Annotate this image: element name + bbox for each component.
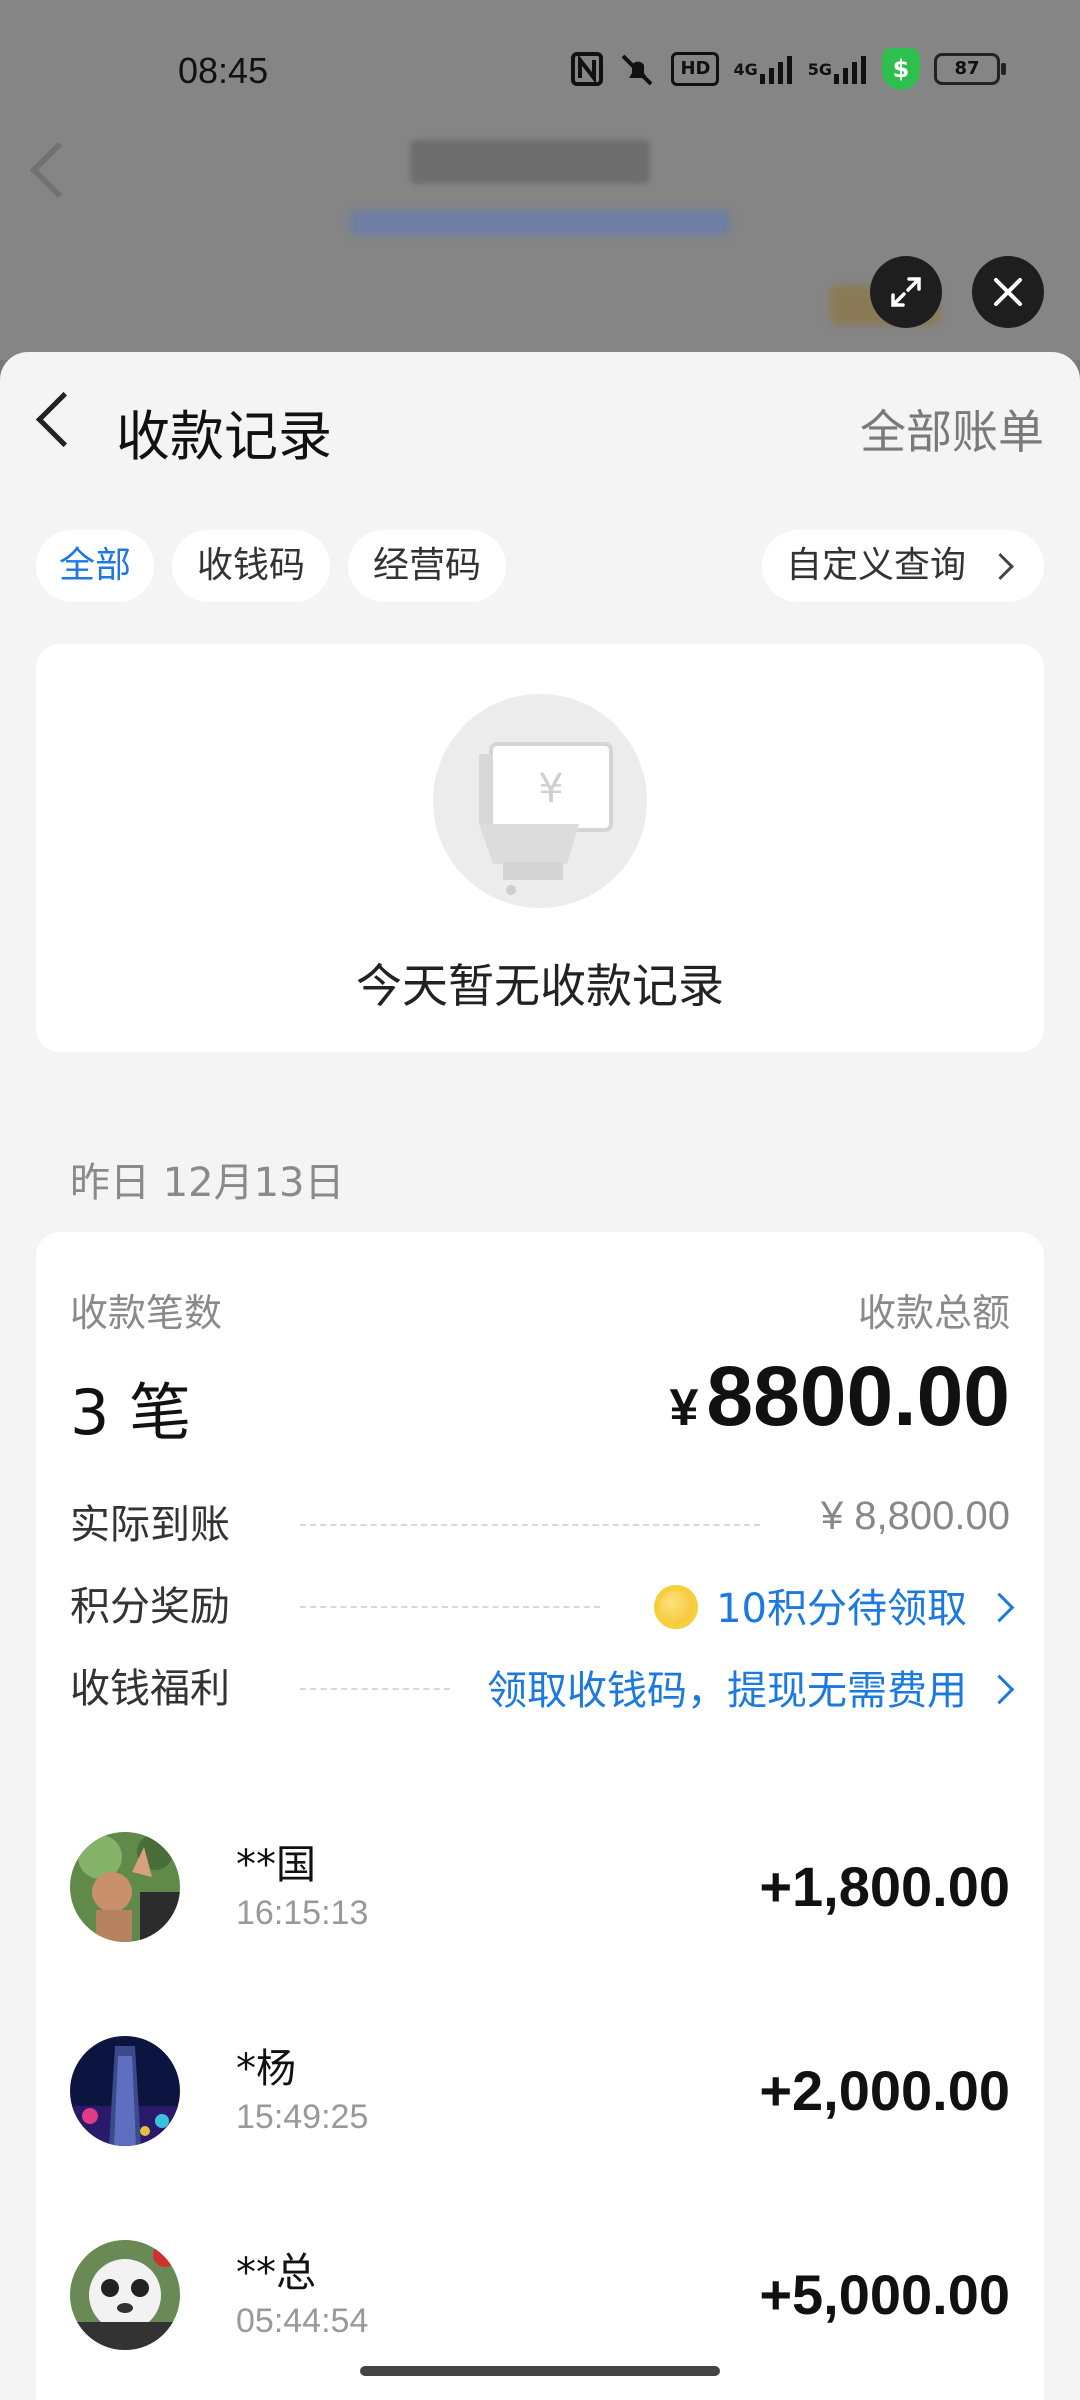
sheet-header: 收款记录 全部账单 [0, 352, 1080, 492]
points-reward-value: 10积分待领取 [716, 1586, 967, 1632]
today-empty-card: ¥ 今天暂无收款记录 [36, 644, 1044, 1052]
currency-symbol: ¥ [669, 1379, 699, 1437]
transaction-time: 05:44:54 [236, 2302, 369, 2340]
daily-summary-card: 收款笔数 收款总额 3 笔 ¥8800.00 实际到账 ¥ 8,800.00 积… [36, 1232, 1044, 2400]
total-label: 收款总额 [857, 1291, 1010, 1335]
points-reward-row[interactable]: 积分奖励 10积分待领取 [70, 1574, 1015, 1634]
background-back-icon [29, 141, 87, 199]
transaction-amount: +1,800.00 [759, 1855, 1010, 1918]
coin-icon [654, 1585, 699, 1629]
chevron-right-icon [984, 1674, 1015, 1705]
filter-chip-qr-code[interactable]: 收钱码 [172, 530, 330, 602]
transaction-time: 15:49:25 [236, 2098, 369, 2136]
background-title-blurred [410, 140, 650, 184]
count-label: 收款笔数 [70, 1291, 223, 1335]
home-indicator[interactable] [360, 2366, 720, 2376]
date-section-label: 昨日 12月13日 [70, 1160, 345, 1206]
expand-icon [891, 277, 921, 307]
background-subtitle-blurred [350, 210, 730, 236]
divider [300, 1606, 600, 1608]
chevron-right-icon [987, 553, 1014, 580]
page-title: 收款记录 [116, 405, 332, 468]
back-icon[interactable] [35, 391, 92, 448]
mute-bell-icon [617, 52, 657, 86]
collection-records-sheet: 收款记录 全部账单 全部 收钱码 经营码 自定义查询 ¥ 今天暂无收款记录 昨日… [0, 352, 1080, 2400]
transaction-row[interactable]: **总 05:44:54 +5,000.00 [70, 2240, 1010, 2360]
custom-query-button[interactable]: 自定义查询 [762, 530, 1044, 602]
points-reward-link[interactable]: 10积分待领取 [654, 1576, 1015, 1634]
4g-signal-icon: 4G [733, 52, 793, 86]
avatar [70, 2240, 180, 2350]
transaction-row[interactable]: **国 16:15:13 +1,800.00 [70, 1832, 1010, 1952]
transaction-amount: +5,000.00 [759, 2263, 1010, 2326]
5g-signal-icon: 5G [808, 52, 868, 86]
collection-benefit-link[interactable]: 领取收钱码，提现无需费用 [487, 1658, 1015, 1716]
avatar [70, 2036, 180, 2146]
empty-receipt-illustration-icon: ¥ [433, 694, 647, 908]
total-amount: ¥8800.00 [669, 1348, 1010, 1445]
shield-dollar-icon: $ [882, 48, 920, 90]
divider [300, 1688, 450, 1690]
actual-received-row: 实际到账 ¥ 8,800.00 [70, 1492, 1010, 1552]
svg-text:¥: ¥ [538, 766, 563, 812]
status-bar: 08:45 HD 4G 5G $ 87 [0, 0, 1080, 140]
empty-state-message: 今天暂无收款记录 [356, 959, 724, 1013]
transaction-time: 16:15:13 [236, 1894, 369, 1932]
close-icon [994, 278, 1022, 306]
payer-name: *杨 [236, 2046, 296, 2092]
payer-name: **总 [236, 2250, 316, 2296]
filter-chip-business-code[interactable]: 经营码 [348, 530, 506, 602]
status-time: 08:45 [178, 50, 269, 91]
total-amount-value: 8800.00 [706, 1349, 1010, 1443]
row-label: 收钱福利 [70, 1666, 230, 1712]
chevron-right-icon [984, 1592, 1015, 1623]
count-value: 3 笔 [70, 1376, 192, 1449]
close-button[interactable] [972, 256, 1044, 328]
payer-name: **国 [236, 1842, 316, 1888]
row-label: 积分奖励 [70, 1584, 230, 1630]
filter-chip-all[interactable]: 全部 [36, 530, 154, 602]
transaction-row[interactable]: *杨 15:49:25 +2,000.00 [70, 2036, 1010, 2156]
custom-query-label: 自定义查询 [786, 545, 967, 586]
transaction-amount: +2,000.00 [759, 2059, 1010, 2122]
hd-icon: HD [671, 52, 720, 86]
avatar [70, 1832, 180, 1942]
collection-benefit-value: 领取收钱码，提现无需费用 [487, 1668, 967, 1714]
expand-button[interactable] [870, 256, 942, 328]
all-bills-link[interactable]: 全部账单 [860, 396, 1044, 462]
actual-received-value: ¥ 8,800.00 [820, 1494, 1010, 1538]
row-label: 实际到账 [70, 1502, 230, 1548]
status-icons: HD 4G 5G $ 87 [571, 48, 1006, 90]
collection-benefit-row[interactable]: 收钱福利 领取收钱码，提现无需费用 [70, 1656, 1015, 1716]
nfc-icon [571, 52, 604, 86]
battery-icon: 87 [934, 53, 1006, 85]
divider [300, 1524, 760, 1526]
